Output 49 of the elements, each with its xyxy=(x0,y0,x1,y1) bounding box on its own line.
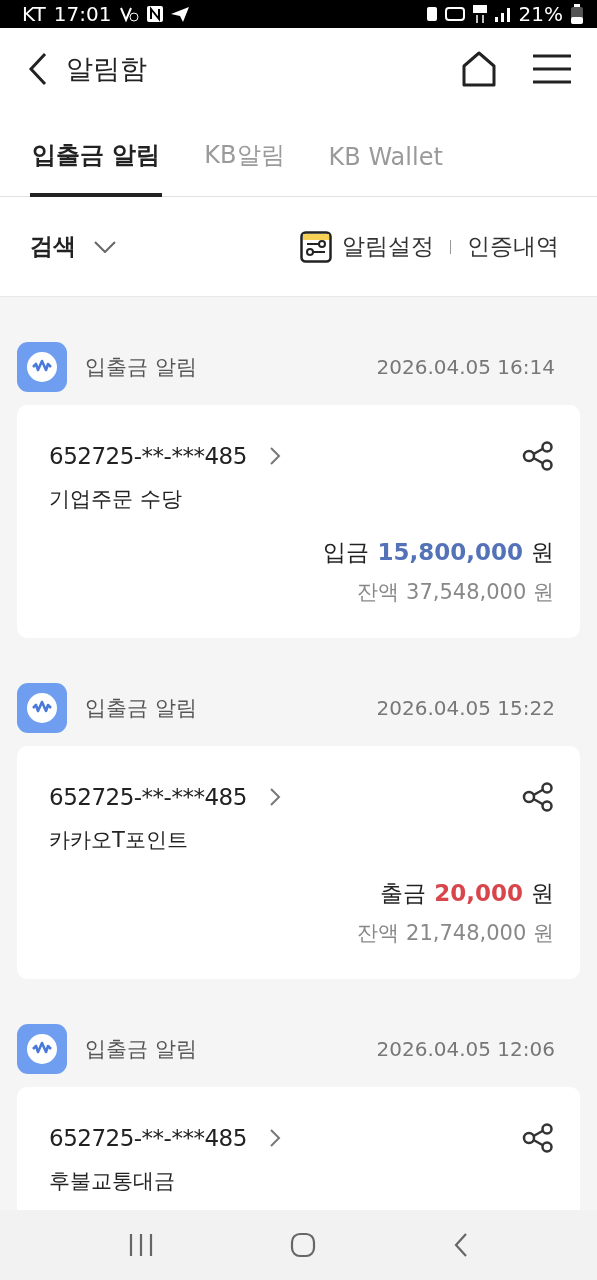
paper-plane-icon xyxy=(171,6,190,22)
share-button[interactable] xyxy=(522,782,554,812)
home-button[interactable] xyxy=(461,50,497,88)
back-button[interactable] xyxy=(28,52,48,86)
transaction-type: 입금 xyxy=(323,538,370,567)
notification-source: 입출금 알림 xyxy=(85,354,198,381)
chevron-down-icon xyxy=(94,240,116,253)
transaction-amount: 15,800,000 xyxy=(377,539,523,565)
chevron-button[interactable] xyxy=(268,446,281,466)
recent-apps-button[interactable] xyxy=(128,1233,155,1257)
share-button[interactable] xyxy=(522,1123,554,1153)
notification-source: 입출금 알림 xyxy=(85,1036,198,1063)
home-nav-button[interactable] xyxy=(290,1232,317,1258)
chevron-button[interactable] xyxy=(268,787,281,807)
currency-unit: 원 xyxy=(531,879,554,908)
transaction-description: 카카오T포인트 xyxy=(49,827,189,854)
back-nav-button[interactable] xyxy=(452,1232,469,1258)
app-icon xyxy=(17,683,67,733)
clock: 17:01 xyxy=(53,2,112,26)
battery-level: 21% xyxy=(518,2,563,26)
transaction-description: 기업주문 수당 xyxy=(49,486,183,513)
account-number: 652725-**-***485 xyxy=(49,784,247,810)
transaction-description: 후불교통대금 xyxy=(49,1168,176,1195)
tab[interactable]: 입출금 알림 xyxy=(30,139,163,197)
timestamp: 2026.04.05 15:22 xyxy=(376,696,555,720)
auth-history-link[interactable]: 인증내역 xyxy=(467,231,559,262)
sliders-icon xyxy=(300,230,332,263)
signal-icon xyxy=(494,6,511,22)
notification-source: 입출금 알림 xyxy=(85,695,198,722)
carrier: KT xyxy=(22,2,46,26)
n-app-icon xyxy=(147,6,164,22)
account-number: 652725-**-***485 xyxy=(49,1125,247,1151)
currency-unit: 원 xyxy=(531,538,554,567)
share-button[interactable] xyxy=(522,441,554,471)
search-dropdown[interactable]: 검색 xyxy=(30,231,116,262)
account-number: 652725-**-***485 xyxy=(49,443,247,469)
balance-text: 잔액 37,548,000 원 xyxy=(356,579,554,606)
balance-text: 잔액 21,748,000 원 xyxy=(356,920,554,947)
transaction-type: 출금 xyxy=(380,879,427,908)
transaction-amount: 20,000 xyxy=(434,880,523,906)
app-icon xyxy=(17,1024,67,1074)
notification-settings-button[interactable]: 알림설정 xyxy=(300,230,434,263)
menu-button[interactable] xyxy=(533,53,571,85)
chevron-button[interactable] xyxy=(268,1128,281,1148)
page-title: 알림함 xyxy=(66,52,148,86)
app-icon xyxy=(17,342,67,392)
battery-icon xyxy=(571,4,583,24)
timestamp: 2026.04.05 12:06 xyxy=(376,1037,555,1061)
timestamp: 2026.04.05 16:14 xyxy=(376,355,555,379)
